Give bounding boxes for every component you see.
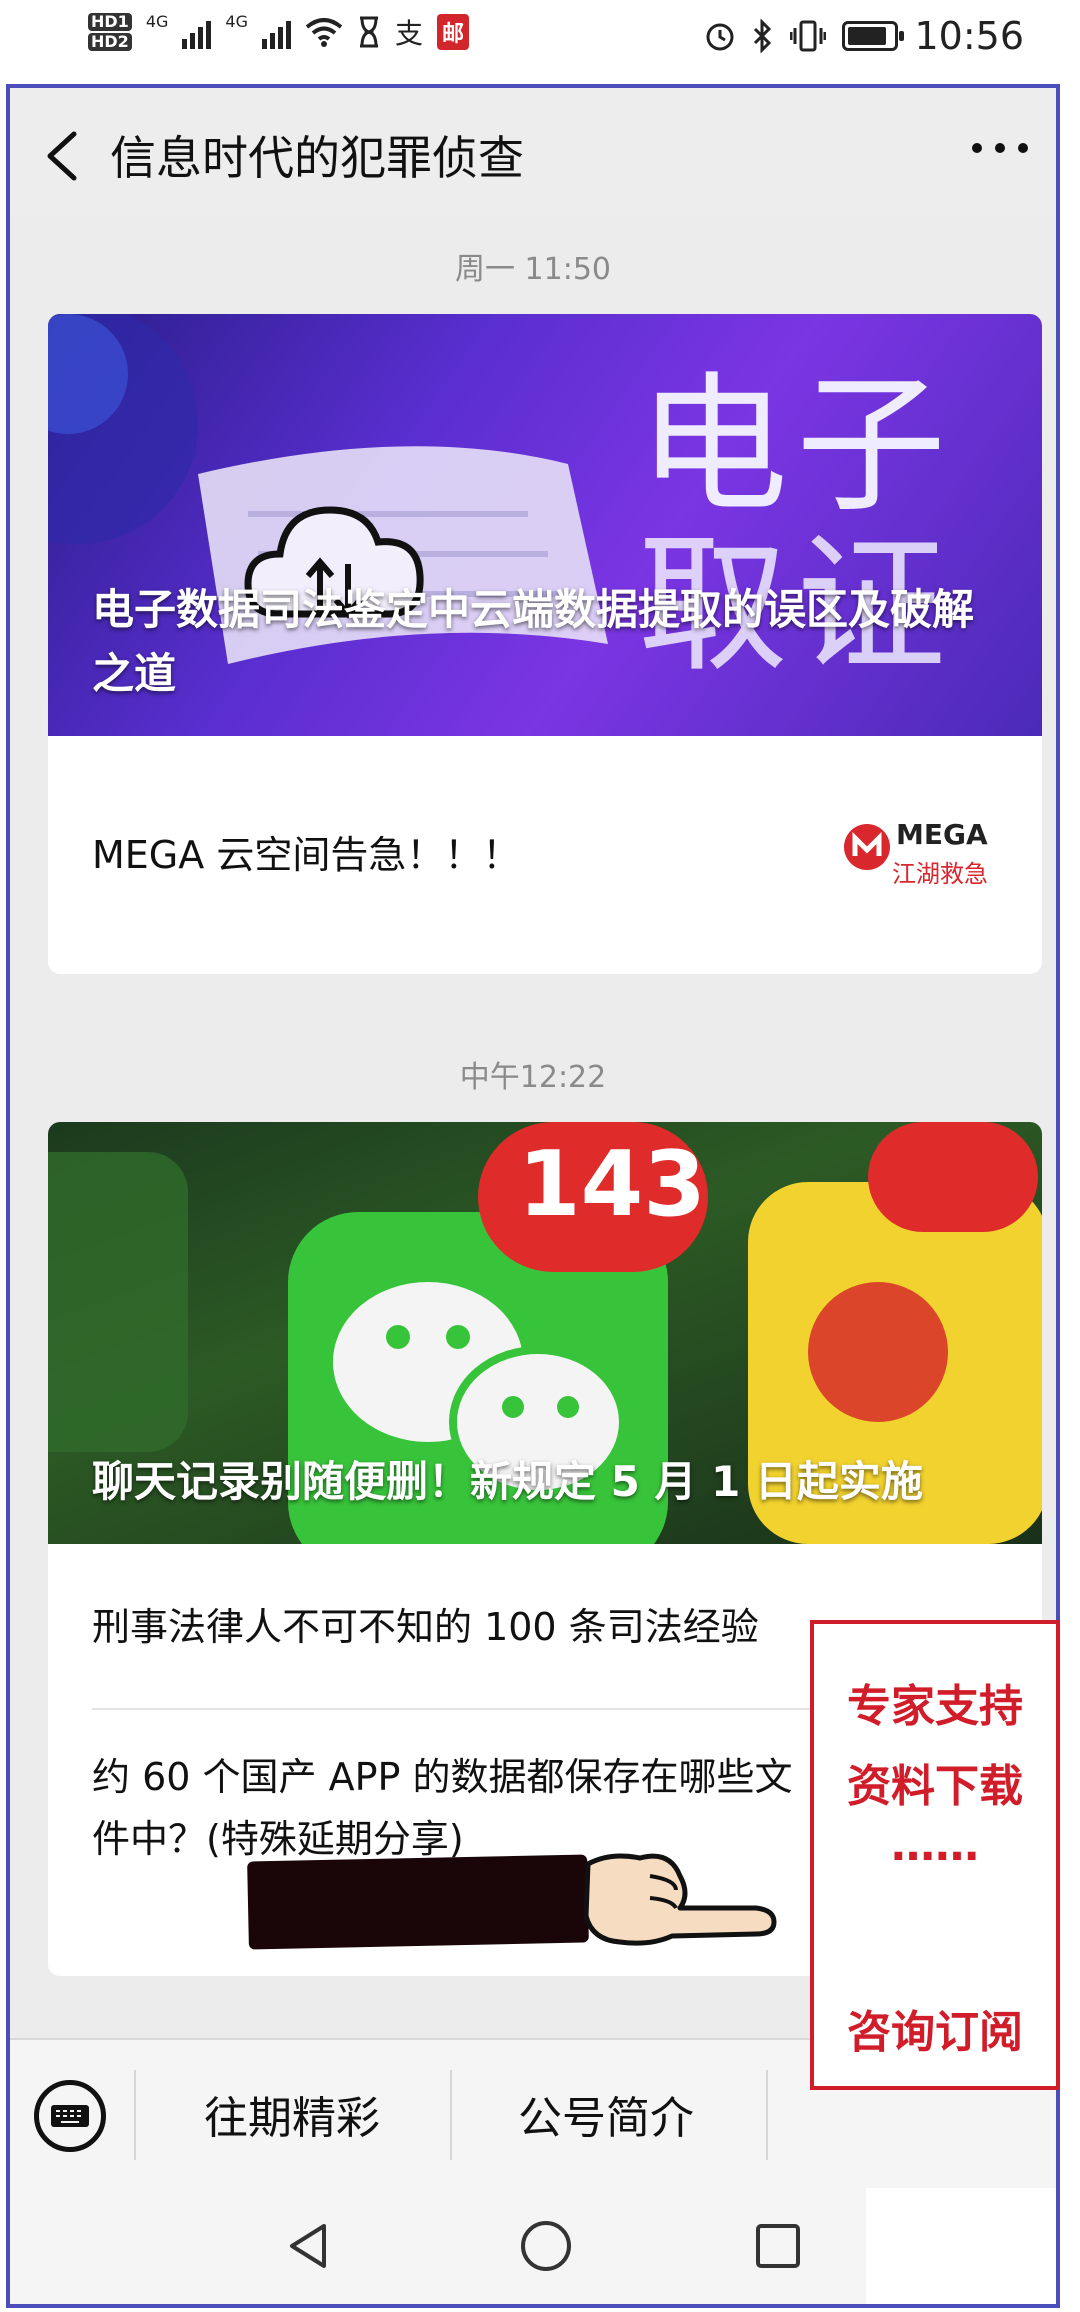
status-bar-right: 10:56: [704, 14, 1024, 58]
signal-2-icon: [261, 15, 291, 49]
article-card-1: 电子 取证 电子数据司法鉴定中云端数据提取的误区及破解之道 MEGA 云空间告急…: [48, 314, 1042, 974]
status-bar-left: HD1 HD2 4G 4G 支 邮: [88, 12, 469, 52]
article-title: MEGA 云空间告急！！！: [92, 833, 521, 877]
bluetooth-icon: [754, 19, 772, 53]
battery-icon: [842, 21, 905, 51]
pointing-hand-icon: [583, 1853, 777, 1946]
hd-top-label: HD1: [88, 13, 132, 31]
nav-white-patch: [866, 2188, 1056, 2304]
article-cover-1[interactable]: 电子 取证 电子数据司法鉴定中云端数据提取的误区及破解之道: [48, 314, 1042, 736]
article-cover-title-1: 电子数据司法鉴定中云端数据提取的误区及破解之道: [92, 585, 975, 698]
chat-header: 信息时代的犯罪侦查: [10, 88, 1056, 216]
promo-consult-subscribe[interactable]: 咨询订阅: [814, 1996, 1056, 2060]
signal-1-icon: [182, 15, 212, 49]
keyboard-toggle-icon[interactable]: [34, 2080, 106, 2152]
list-item[interactable]: MEGA 云空间告急！！！ MEGA 江湖救急: [48, 736, 1042, 974]
menu-separator: [766, 2070, 768, 2160]
hourglass-icon: [359, 16, 378, 48]
page-title: 信息时代的犯罪侦查: [110, 131, 524, 185]
article-title-line-1: 约 60 个国产 APP 的数据都保存在哪些文: [92, 1755, 793, 1799]
nav-back-icon[interactable]: [282, 2218, 338, 2274]
mega-caption: 江湖救急: [892, 860, 988, 888]
hd-indicator: HD1 HD2: [88, 12, 132, 52]
promo-download: 资料下载: [847, 1761, 1023, 1812]
clock: 10:56: [914, 14, 1024, 58]
article-title: 刑事法律人不可不知的 100 条司法经验: [92, 1605, 759, 1649]
message-timestamp: 周一 11:50: [455, 252, 611, 287]
mega-logo-icon: [844, 824, 890, 870]
back-arrow-icon[interactable]: [40, 128, 84, 184]
message-timestamp: 中午12:22: [459, 1060, 607, 1095]
vibrate-icon: [790, 20, 827, 52]
status-bar: HD1 HD2 4G 4G 支 邮 10:56: [0, 0, 1080, 84]
network-type-1: 4G: [145, 12, 169, 31]
nav-home-icon[interactable]: [518, 2218, 574, 2274]
promo-box[interactable]: 专家支持 资料下载 …… 咨询订阅: [810, 1620, 1060, 2090]
wifi-icon: [305, 18, 343, 47]
mail-app-icon: 邮: [436, 14, 469, 50]
promo-ellipsis: ……: [891, 1820, 979, 1871]
alipay-icon: 支: [394, 17, 423, 50]
menu-separator: [134, 2070, 136, 2160]
menu-item-past-highlights[interactable]: 往期精彩: [204, 2082, 380, 2146]
pointer-sleeve: [247, 1854, 589, 1950]
system-nav-bar: [10, 2188, 1056, 2304]
alarm-icon: [706, 23, 734, 51]
article-cover-2[interactable]: 143 聊天记录别随便删！新规定 5 月 1 日起实施: [48, 1122, 1042, 1544]
hd-bottom-label: HD2: [88, 33, 132, 51]
network-type-2: 4G: [225, 12, 248, 31]
mega-brand-label: MEGA: [896, 818, 988, 851]
mega-thumbnail: MEGA 江湖救急: [842, 806, 992, 906]
promo-expert-support: 专家支持: [847, 1681, 1023, 1732]
menu-separator: [450, 2070, 452, 2160]
nav-recents-icon[interactable]: [750, 2218, 806, 2274]
more-options-icon[interactable]: [972, 138, 1028, 158]
battery-fill: [848, 27, 886, 45]
menu-item-account-intro[interactable]: 公号简介: [518, 2082, 694, 2146]
unread-count-badge: 143: [518, 1132, 706, 1237]
article-cover-title-2: 聊天记录别随便删！新规定 5 月 1 日起实施: [92, 1457, 923, 1506]
